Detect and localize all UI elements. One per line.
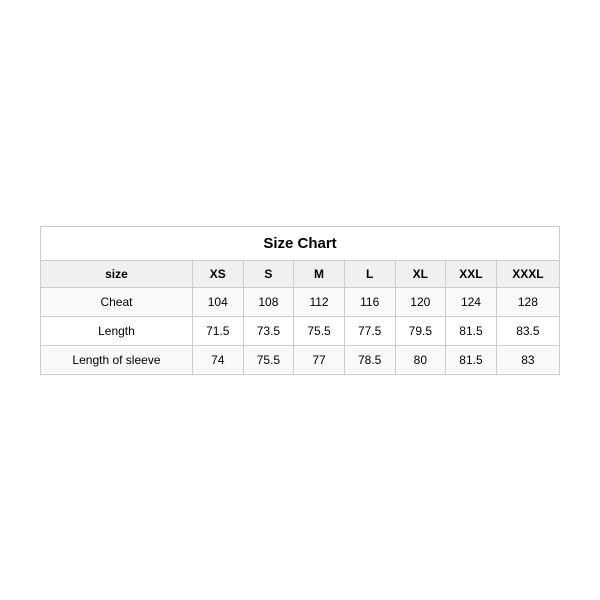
header-s: S [243,260,294,287]
chart-title: Size Chart [41,226,560,260]
row-label: Length [41,316,193,345]
cell-value: 104 [192,287,243,316]
table-row: Length of sleeve7475.57778.58081.583 [41,345,560,374]
cell-value: 81.5 [446,345,497,374]
cell-value: 73.5 [243,316,294,345]
cell-value: 124 [446,287,497,316]
cell-value: 128 [496,287,559,316]
size-chart-table: Size Chart size XS S M L XL XXL XXXL Che… [40,226,560,375]
cell-value: 78.5 [344,345,395,374]
cell-value: 71.5 [192,316,243,345]
header-xs: XS [192,260,243,287]
cell-value: 80 [395,345,446,374]
header-xxl: XXL [446,260,497,287]
table-row: Length71.573.575.577.579.581.583.5 [41,316,560,345]
cell-value: 75.5 [243,345,294,374]
cell-value: 77.5 [344,316,395,345]
table-row: Cheat104108112116120124128 [41,287,560,316]
cell-value: 77 [294,345,345,374]
title-row: Size Chart [41,226,560,260]
cell-value: 79.5 [395,316,446,345]
cell-value: 116 [344,287,395,316]
row-label: Length of sleeve [41,345,193,374]
cell-value: 81.5 [446,316,497,345]
cell-value: 108 [243,287,294,316]
header-size: size [41,260,193,287]
header-xl: XL [395,260,446,287]
header-m: M [294,260,345,287]
cell-value: 74 [192,345,243,374]
cell-value: 120 [395,287,446,316]
row-label: Cheat [41,287,193,316]
chart-container: Size Chart size XS S M L XL XXL XXXL Che… [40,226,560,375]
cell-value: 112 [294,287,345,316]
header-xxxl: XXXL [496,260,559,287]
header-l: L [344,260,395,287]
cell-value: 83.5 [496,316,559,345]
cell-value: 83 [496,345,559,374]
cell-value: 75.5 [294,316,345,345]
header-row: size XS S M L XL XXL XXXL [41,260,560,287]
